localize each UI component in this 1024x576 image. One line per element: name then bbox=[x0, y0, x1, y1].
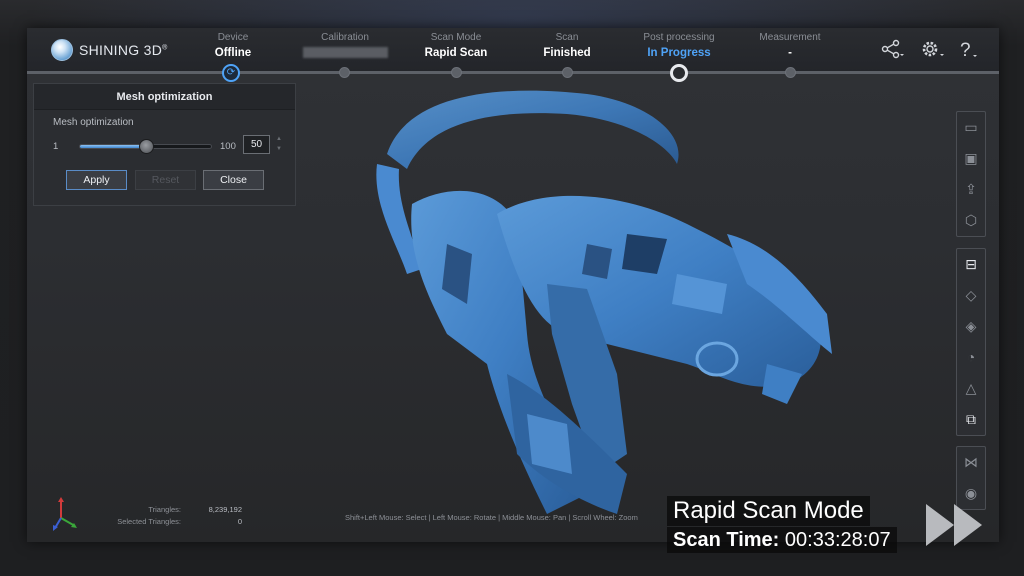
step-device-value: Offline bbox=[214, 47, 252, 59]
step-scan-value: Finished bbox=[543, 47, 591, 59]
step-measurement-label: Measurement bbox=[759, 32, 821, 43]
mesh-optimization-dialog: Mesh optimization Mesh optimization 1 10… bbox=[33, 83, 296, 206]
step-device[interactable]: Device Offline bbox=[178, 32, 288, 61]
step-scan-mode-label: Scan Mode bbox=[430, 32, 482, 43]
value-spin-arrows[interactable]: ▲ ▼ bbox=[274, 134, 284, 155]
help-icon[interactable]: ? bbox=[958, 39, 980, 65]
apply-button[interactable]: Apply bbox=[66, 170, 127, 190]
save-icon[interactable]: ▣ bbox=[957, 143, 985, 174]
step-post-processing-label: Post processing bbox=[643, 32, 715, 43]
brand-logo: SHINING 3D® bbox=[51, 39, 168, 61]
slider-thumb[interactable] bbox=[138, 139, 154, 154]
toolbar-view-group: ⋈ ◉ bbox=[956, 446, 986, 510]
step-calibration[interactable]: Calibration bbox=[290, 32, 400, 58]
share-icon[interactable] bbox=[881, 39, 905, 63]
mesh-optimization-label: Mesh optimization bbox=[53, 117, 134, 128]
selected-triangles-label: Selected Triangles: bbox=[117, 517, 181, 526]
cube-icon[interactable]: ◈ bbox=[957, 311, 985, 342]
svg-text:?: ? bbox=[960, 40, 971, 61]
slider-max-label: 100 bbox=[220, 141, 236, 152]
selected-triangles-value: 0 bbox=[237, 517, 242, 526]
step-device-label: Device bbox=[217, 32, 249, 43]
close-button[interactable]: Close bbox=[203, 170, 264, 190]
step-calibration-label: Calibration bbox=[321, 32, 369, 43]
scan-mode-caption: Rapid Scan Mode bbox=[667, 496, 870, 526]
step-calibration-value-blurred bbox=[302, 47, 388, 58]
brand-name: SHINING 3D bbox=[79, 42, 163, 58]
step-scan[interactable]: Scan Finished bbox=[512, 32, 622, 61]
step-measurement[interactable]: Measurement - bbox=[735, 32, 845, 61]
mesh-optimization-value-input[interactable]: 50 bbox=[243, 135, 270, 154]
cube-view-icon[interactable]: ⬡ bbox=[957, 205, 985, 236]
axis-gizmo-icon bbox=[53, 497, 77, 531]
dialog-title: Mesh optimization bbox=[34, 84, 295, 110]
step-measurement-value: - bbox=[788, 47, 792, 59]
step-scan-mode-value: Rapid Scan bbox=[424, 47, 488, 59]
fast-forward-icon bbox=[926, 504, 982, 546]
export-icon[interactable]: ⇪ bbox=[957, 174, 985, 205]
slider-fill bbox=[80, 145, 146, 148]
app-window: SHINING 3D® Device Offline Calibration S… bbox=[27, 28, 999, 542]
step-post-processing[interactable]: Post processing In Progress bbox=[624, 32, 734, 61]
triangles-value: 8,239,192 bbox=[208, 505, 242, 514]
logo-globe-icon bbox=[51, 39, 73, 61]
top-bar: SHINING 3D® Device Offline Calibration S… bbox=[27, 28, 999, 72]
toolbar-file-group: ▭ ▣ ⇪ ⬡ bbox=[956, 111, 986, 237]
folder-icon[interactable]: ▭ bbox=[957, 112, 985, 143]
brand-mark: ® bbox=[162, 44, 168, 52]
gear-icon[interactable] bbox=[920, 39, 946, 63]
scan-time-caption: Scan Time: 00:33:28:07 bbox=[667, 527, 897, 553]
cube-rotate-icon[interactable]: ◇ bbox=[957, 280, 985, 311]
flip-icon[interactable]: ⋈ bbox=[957, 447, 985, 478]
triangle-mesh-icon[interactable]: △ bbox=[957, 373, 985, 404]
step-scan-mode[interactable]: Scan Mode Rapid Scan bbox=[401, 32, 511, 61]
triangles-label: Triangles: bbox=[148, 505, 181, 514]
box-top-icon[interactable]: ⊟ bbox=[957, 249, 985, 280]
mesh-box-icon[interactable]: ⧉ bbox=[957, 404, 985, 435]
scan-time-label: Scan Time: bbox=[673, 529, 780, 551]
mouse-controls-hint: Shift+Left Mouse: Select | Left Mouse: R… bbox=[345, 513, 638, 522]
lasso-icon[interactable]: ◔ bbox=[957, 342, 985, 373]
slider-min-label: 1 bbox=[53, 141, 59, 152]
step-scan-label: Scan bbox=[555, 32, 579, 43]
mesh-optimization-slider[interactable] bbox=[79, 139, 212, 154]
scan-time-value: 00:33:28:07 bbox=[784, 529, 891, 551]
toolbar-edit-group: ⊟ ◇ ◈ ◔ △ ⧉ bbox=[956, 248, 986, 436]
reset-button[interactable]: Reset bbox=[135, 170, 196, 190]
step-post-processing-value: In Progress bbox=[647, 47, 711, 59]
